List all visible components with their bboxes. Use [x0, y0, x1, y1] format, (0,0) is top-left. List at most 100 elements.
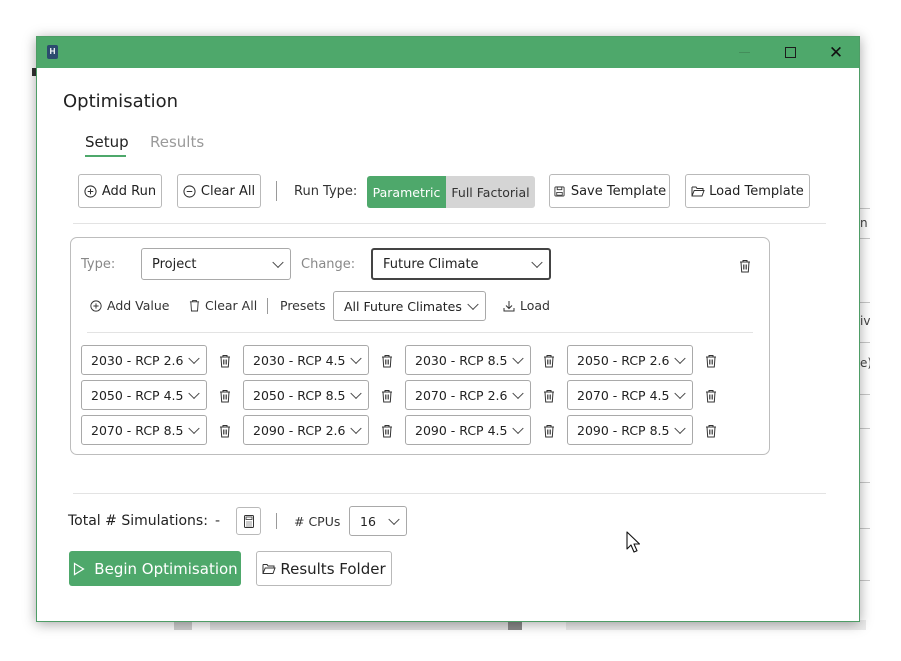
cpus-select-value: 16 [360, 513, 376, 529]
begin-optimisation-label: Begin Optimisation [94, 559, 238, 578]
chevron-down-icon [531, 256, 543, 269]
climate-value-select[interactable]: 2030 - RCP 4.5 [243, 345, 369, 375]
chevron-down-icon [467, 298, 479, 311]
optimisation-window: H ✕ Optimisation Setup Results Add Run C… [36, 36, 860, 622]
change-select[interactable]: Future Climate [371, 248, 551, 280]
run-type-full-factorial[interactable]: Full Factorial [446, 176, 535, 208]
climate-value-text: 2030 - RCP 2.6 [91, 352, 184, 368]
presets-select-value: All Future Climates [344, 298, 462, 314]
calculate-button[interactable] [236, 507, 261, 535]
delete-value-icon[interactable] [219, 423, 231, 438]
climate-value-text: 2050 - RCP 4.5 [91, 387, 184, 403]
clear-all-label: Clear All [200, 183, 256, 199]
delete-value-icon[interactable] [705, 388, 717, 403]
delete-value-icon[interactable] [705, 353, 717, 368]
climate-value-select[interactable]: 2090 - RCP 2.6 [243, 415, 369, 445]
delete-run-icon[interactable] [739, 258, 751, 273]
add-value-button[interactable]: Add Value [89, 298, 170, 313]
maximize-button[interactable] [767, 37, 813, 68]
climate-value-text: 2070 - RCP 8.5 [91, 422, 184, 438]
type-label: Type: [81, 257, 116, 272]
chevron-down-icon [350, 422, 362, 435]
climate-value-text: 2030 - RCP 4.5 [253, 352, 346, 368]
climate-value-select[interactable]: 2050 - RCP 8.5 [243, 380, 369, 410]
trash-icon [187, 299, 201, 313]
toolbar-divider [276, 181, 277, 201]
total-simulations-value: - [215, 513, 221, 529]
save-template-button[interactable]: Save Template [549, 174, 670, 208]
chevron-down-icon [512, 422, 524, 435]
climate-value-select[interactable]: 2090 - RCP 4.5 [405, 415, 531, 445]
minus-circle-icon [183, 184, 197, 198]
results-folder-label: Results Folder [280, 559, 386, 578]
begin-optimisation-button[interactable]: Begin Optimisation [69, 551, 241, 586]
load-template-button[interactable]: Load Template [685, 174, 810, 208]
load-template-label: Load Template [709, 183, 804, 199]
chevron-down-icon [188, 422, 200, 435]
presets-select[interactable]: All Future Climates [333, 291, 486, 321]
delete-value-icon[interactable] [381, 353, 393, 368]
climate-value-select[interactable]: 2050 - RCP 4.5 [81, 380, 207, 410]
play-icon [72, 561, 86, 576]
active-tab-indicator [85, 155, 126, 157]
tab-results[interactable]: Results [150, 133, 204, 151]
climate-value-select[interactable]: 2090 - RCP 8.5 [567, 415, 693, 445]
chevron-down-icon [188, 352, 200, 365]
title-bar[interactable]: H ✕ [37, 37, 859, 68]
delete-value-icon[interactable] [219, 388, 231, 403]
footer-divider [276, 513, 277, 529]
values-separator [87, 332, 753, 333]
chevron-down-icon [512, 352, 524, 365]
climate-value-text: 2030 - RCP 8.5 [415, 352, 508, 368]
climate-value-text: 2090 - RCP 2.6 [253, 422, 346, 438]
type-select-value: Project [152, 256, 197, 272]
cpus-select[interactable]: 16 [349, 506, 407, 536]
minimize-button[interactable] [721, 37, 767, 68]
clear-all-values-button[interactable]: Clear All [187, 298, 257, 313]
delete-value-icon[interactable] [543, 423, 555, 438]
climate-value-select[interactable]: 2070 - RCP 4.5 [567, 380, 693, 410]
climate-value-select[interactable]: 2050 - RCP 2.6 [567, 345, 693, 375]
climate-value-select[interactable]: 2030 - RCP 2.6 [81, 345, 207, 375]
download-icon [502, 299, 516, 313]
delete-value-icon[interactable] [705, 423, 717, 438]
type-select[interactable]: Project [141, 248, 291, 280]
chevron-down-icon [272, 256, 284, 269]
climate-value-text: 2050 - RCP 8.5 [253, 387, 346, 403]
delete-value-icon[interactable] [543, 388, 555, 403]
values-divider [267, 298, 268, 314]
cpus-label: # CPUs [294, 514, 341, 529]
save-template-label: Save Template [570, 183, 667, 199]
run-type-parametric[interactable]: Parametric [367, 176, 446, 208]
calculator-icon [242, 514, 256, 528]
climate-value-text: 2090 - RCP 8.5 [577, 422, 670, 438]
run-panel: Type: Project Change: Future Climate Add… [70, 237, 770, 455]
chevron-down-icon [674, 387, 686, 400]
chevron-down-icon [674, 352, 686, 365]
climate-value-text: 2070 - RCP 2.6 [415, 387, 508, 403]
results-folder-button[interactable]: Results Folder [256, 551, 392, 586]
tab-setup[interactable]: Setup [85, 133, 129, 151]
load-preset-button[interactable]: Load [502, 298, 550, 313]
close-button[interactable]: ✕ [813, 37, 859, 68]
delete-value-icon[interactable] [219, 353, 231, 368]
run-type-label: Run Type: [294, 184, 358, 199]
chevron-down-icon [512, 387, 524, 400]
climate-value-select[interactable]: 2030 - RCP 8.5 [405, 345, 531, 375]
delete-value-icon[interactable] [381, 423, 393, 438]
change-select-value: Future Climate [383, 256, 479, 272]
climate-value-text: 2050 - RCP 2.6 [577, 352, 670, 368]
chevron-down-icon [388, 513, 400, 526]
delete-value-icon[interactable] [381, 388, 393, 403]
climate-value-select[interactable]: 2070 - RCP 2.6 [405, 380, 531, 410]
close-icon: ✕ [828, 42, 844, 63]
clear-all-values-label: Clear All [205, 298, 258, 313]
add-value-label: Add Value [107, 298, 170, 313]
delete-value-icon[interactable] [543, 353, 555, 368]
folder-open-icon [262, 562, 277, 576]
plus-circle-icon [84, 184, 98, 198]
load-preset-label: Load [520, 298, 550, 313]
add-run-button[interactable]: Add Run [78, 174, 162, 208]
climate-value-select[interactable]: 2070 - RCP 8.5 [81, 415, 207, 445]
clear-all-runs-button[interactable]: Clear All [177, 174, 261, 208]
